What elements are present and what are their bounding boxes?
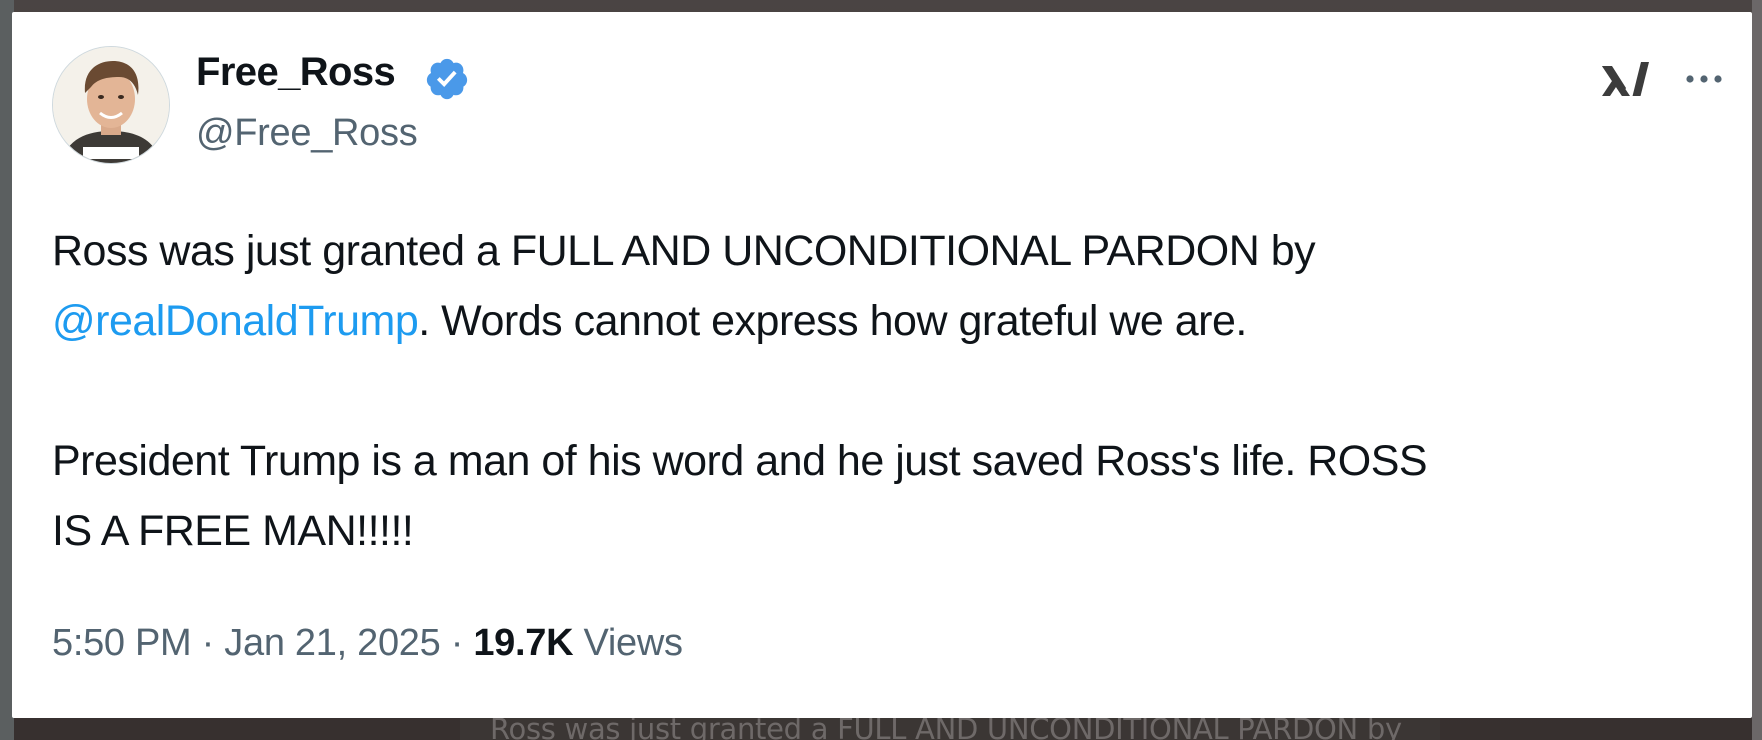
tweet-card: Free_Ross @Free_Ross Ross was just grant… [12,12,1752,718]
tweet-line-1: Ross was just granted a FULL AND UNCONDI… [52,227,1316,275]
tweet-time[interactable]: 5:50 PM [52,622,192,664]
tweet-line-2: @realDonaldTrump. Words cannot express h… [52,286,1732,356]
views-count: 19.7K [473,622,574,664]
more-options-icon[interactable] [1680,64,1728,94]
mention-link[interactable]: @realDonaldTrump [52,297,419,345]
x-logo-icon[interactable] [1600,58,1650,102]
verified-badge-icon [426,58,468,100]
tweet-date[interactable]: Jan 21, 2025 [224,622,440,664]
avatar-portrait [53,47,169,163]
tweet-line-3: President Trump is a man of his word and… [52,437,1428,485]
background-right-edge [1752,0,1762,740]
avatar[interactable] [52,46,170,164]
tweet-line-4: IS A FREE MAN!!!!! [52,507,414,555]
tweet-body: Ross was just granted a FULL AND UNCONDI… [52,216,1732,566]
meta-separator-2: · [440,622,474,664]
tweet-line-2-text: . Words cannot express how grateful we a… [418,297,1247,345]
meta-separator-1: · [191,622,225,664]
author-handle[interactable]: @Free_Ross [196,112,418,155]
tweet-meta: 5:50 PM · Jan 21, 2025 · 19.7K Views [52,622,683,665]
views-label: Views [573,622,683,664]
author-display-name[interactable]: Free_Ross [196,50,396,95]
